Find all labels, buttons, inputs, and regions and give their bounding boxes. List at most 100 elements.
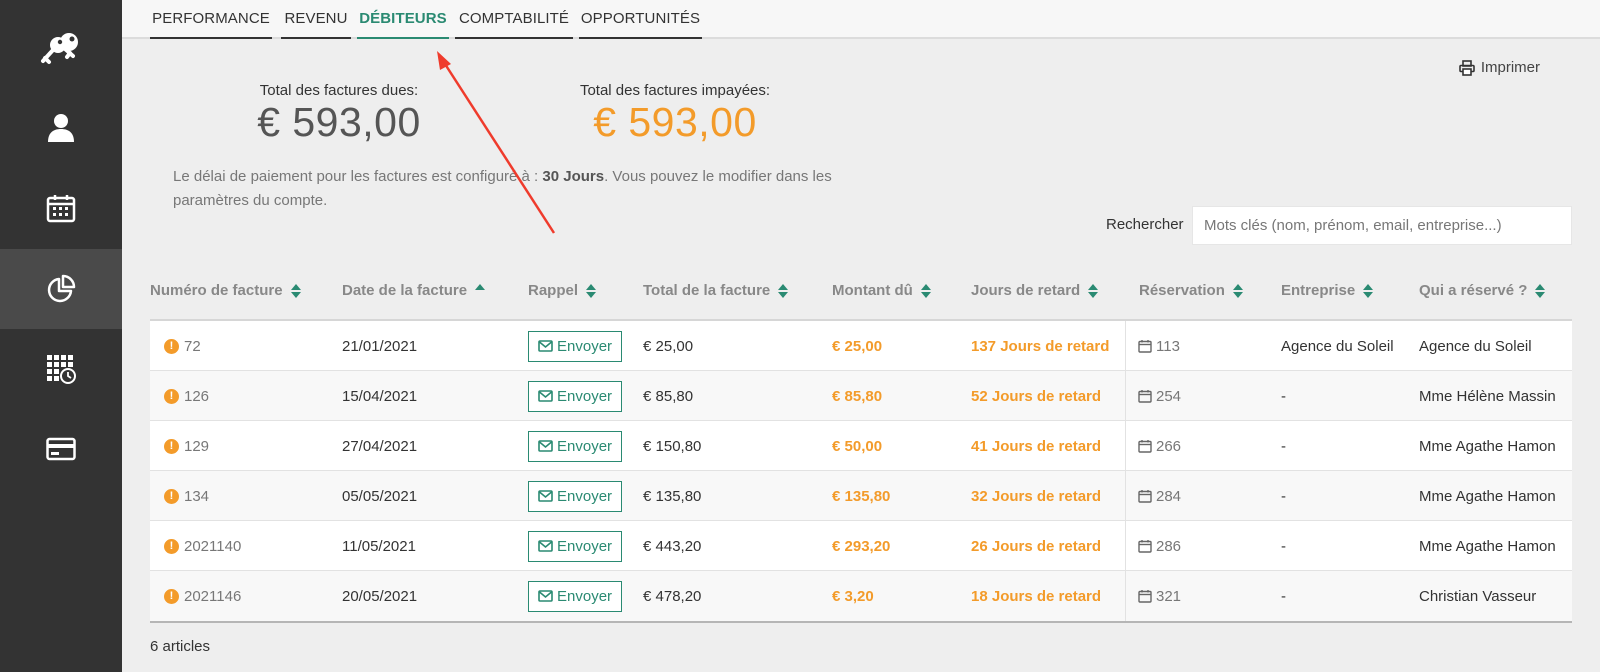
send-reminder-button[interactable]: Envoyer	[528, 380, 623, 412]
send-reminder-label: Envoyer	[557, 337, 613, 355]
reminder-cell: Envoyer	[528, 571, 623, 621]
invoice-number[interactable]: 2021146	[184, 588, 241, 605]
reservation-cell[interactable]: 254	[1138, 371, 1181, 421]
days-late: 26 Jours de retard	[971, 537, 1102, 555]
reminder-cell: Envoyer	[528, 371, 623, 421]
header-days-late[interactable]: Jours de retard	[971, 282, 1099, 299]
reservation-cell[interactable]: 266	[1138, 421, 1181, 471]
reservation-number[interactable]: 266	[1156, 438, 1181, 455]
invoice-number-cell[interactable]: ! 126	[164, 371, 209, 421]
invoice-number-cell[interactable]: ! 2021140	[164, 521, 241, 571]
reservation-number[interactable]: 321	[1156, 588, 1181, 605]
tab-comptabilite[interactable]: COMPTABILITÉ	[455, 0, 573, 39]
header-reminder[interactable]: Rappel	[528, 282, 597, 299]
invoice-number[interactable]: 134	[184, 488, 209, 505]
reservation-cell[interactable]: 284	[1138, 471, 1181, 521]
invoice-number[interactable]: 129	[184, 438, 209, 455]
sidebar-item-calendar[interactable]	[0, 168, 122, 248]
sidebar-item-keys[interactable]	[0, 8, 122, 88]
tab-debiteurs[interactable]: DÉBITEURS	[357, 0, 449, 39]
search-input[interactable]	[1192, 206, 1572, 245]
send-reminder-label: Envoyer	[557, 537, 613, 555]
reservation-number[interactable]: 113	[1156, 338, 1180, 355]
header-invoice-number[interactable]: Numéro de facture	[150, 282, 301, 299]
credit-card-icon	[46, 437, 76, 461]
tab-performance[interactable]: PERFORMANCE	[150, 0, 272, 39]
send-reminder-button[interactable]: Envoyer	[528, 430, 623, 462]
reservation-number[interactable]: 254	[1156, 388, 1181, 405]
warning-icon: !	[164, 388, 179, 404]
header-amount-due[interactable]: Montant dû	[832, 282, 931, 299]
invoice-date: 11/05/2021	[342, 537, 416, 555]
warning-icon: !	[164, 438, 179, 454]
warning-icon: !	[164, 338, 179, 354]
sort-icon	[586, 283, 597, 298]
reminder-cell: Envoyer	[528, 321, 623, 371]
invoice-date: 20/05/2021	[342, 587, 418, 605]
invoice-number-cell[interactable]: ! 72	[164, 321, 201, 371]
send-reminder-button[interactable]: Envoyer	[528, 480, 623, 512]
invoice-number-cell[interactable]: ! 2021146	[164, 571, 241, 621]
calendar-icon	[1138, 440, 1152, 453]
booked-by: Christian Vasseur	[1419, 587, 1537, 605]
column-divider	[1125, 371, 1126, 420]
sidebar-item-reports[interactable]	[0, 249, 122, 329]
sort-icon	[1363, 283, 1374, 298]
header-reservation[interactable]: Réservation	[1139, 282, 1243, 299]
header-invoice-date[interactable]: Date de la facture	[342, 282, 486, 299]
table-row[interactable]: ! 126 15/04/2021 Envoyer € 85,80 € 85,80 52 Jo…	[150, 371, 1572, 421]
reminder-cell: Envoyer	[528, 521, 623, 571]
invoice-number[interactable]: 2021140	[184, 538, 241, 555]
header-label: Total de la facture	[643, 282, 771, 299]
sidebar-item-planning[interactable]	[0, 329, 122, 409]
header-label: Rappel	[528, 282, 579, 299]
reservation-cell[interactable]: 321	[1138, 571, 1181, 621]
invoice-number[interactable]: 126	[184, 388, 209, 405]
sidebar-item-user[interactable]	[0, 88, 122, 168]
header-label: Date de la facture	[342, 282, 468, 299]
envelope-icon	[538, 590, 553, 602]
header-company[interactable]: Entreprise	[1281, 282, 1374, 299]
header-invoice-total[interactable]: Total de la facture	[643, 282, 789, 299]
days-late: 52 Jours de retard	[971, 387, 1102, 405]
calendar-icon	[1138, 490, 1152, 503]
print-button[interactable]: Imprimer	[1459, 59, 1540, 76]
invoice-date: 15/04/2021	[342, 387, 418, 405]
invoice-number-cell[interactable]: ! 134	[164, 471, 209, 521]
amount-due: € 135,80	[832, 487, 891, 505]
table-row[interactable]: ! 134 05/05/2021 Envoyer € 135,80 € 135,80 32 …	[150, 471, 1572, 521]
send-reminder-button[interactable]: Envoyer	[528, 530, 623, 562]
days-late: 32 Jours de retard	[971, 487, 1102, 505]
table-row[interactable]: ! 129 27/04/2021 Envoyer € 150,80 € 50,00 41 J…	[150, 421, 1572, 471]
sidebar-item-payments[interactable]	[0, 409, 122, 489]
total-unpaid-label: Total des factures impayées:	[579, 82, 771, 99]
send-reminder-button[interactable]: Envoyer	[528, 580, 623, 612]
reservation-number[interactable]: 284	[1156, 488, 1181, 505]
reservation-number[interactable]: 286	[1156, 538, 1181, 555]
days-late: 18 Jours de retard	[971, 587, 1102, 605]
reminder-cell: Envoyer	[528, 471, 623, 521]
invoice-number-cell[interactable]: ! 129	[164, 421, 209, 471]
table-header: Numéro de facture Date de la facture Rap…	[150, 274, 1572, 319]
warning-icon: !	[164, 588, 179, 604]
column-divider	[1125, 521, 1126, 570]
tab-opportunites[interactable]: OPPORTUNITÉS	[579, 0, 702, 39]
table-row[interactable]: ! 72 21/01/2021 Envoyer € 25,00 € 25,00 137 Jo…	[150, 321, 1572, 371]
column-divider	[1125, 571, 1126, 621]
reservation-cell[interactable]: 113	[1138, 321, 1180, 371]
table-row[interactable]: ! 2021140 11/05/2021 Envoyer € 443,20 € 293,2…	[150, 521, 1572, 571]
reservation-cell[interactable]: 286	[1138, 521, 1181, 571]
calendar-icon	[1138, 590, 1152, 603]
sidebar	[0, 0, 122, 672]
table-row[interactable]: ! 2021146 20/05/2021 Envoyer € 478,20 € 3,20 1…	[150, 571, 1572, 621]
envelope-icon	[538, 490, 553, 502]
calendar-icon	[1138, 340, 1152, 353]
tab-revenu[interactable]: REVENU	[281, 0, 351, 39]
header-booked-by[interactable]: Qui a réservé ?	[1419, 282, 1546, 299]
send-reminder-button[interactable]: Envoyer	[528, 330, 623, 362]
company: -	[1281, 587, 1286, 605]
invoice-number[interactable]: 72	[184, 338, 201, 355]
days-late: 41 Jours de retard	[971, 437, 1102, 455]
sort-icon	[778, 283, 789, 298]
amount-due: € 293,20	[832, 537, 891, 555]
